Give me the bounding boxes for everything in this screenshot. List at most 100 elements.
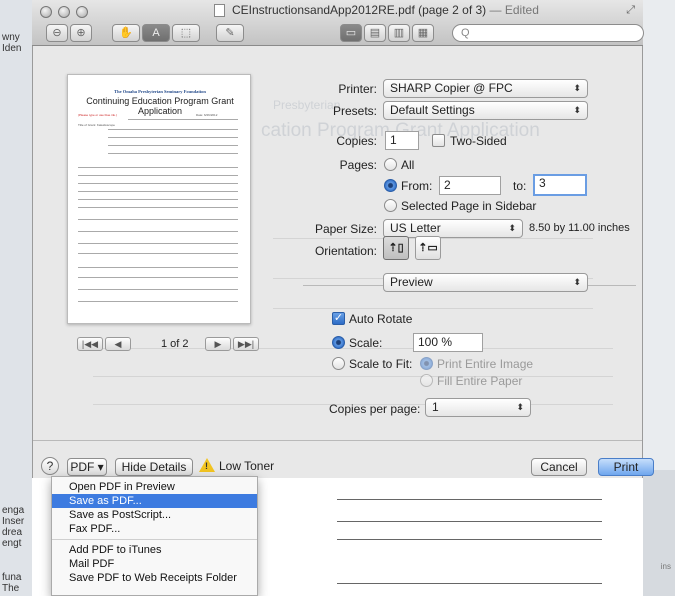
bg-text: ins <box>660 562 671 571</box>
paper-size-value: US Letter <box>390 221 441 235</box>
menu-item-save-pdf-to-web-receipts[interactable]: Save PDF to Web Receipts Folder <box>52 571 257 585</box>
close-window-button[interactable] <box>40 6 52 18</box>
pdf-dropdown-menu: Open PDF in Preview Save as PDF... Save … <box>51 476 258 596</box>
view-continuous-icon[interactable]: ▦ <box>412 24 434 42</box>
background-left-strip: wny Iden enga Inser drea engt funa The <box>0 0 32 596</box>
pdf-menu-button[interactable]: PDF ▾ <box>67 458 107 476</box>
print-button[interactable]: Print <box>598 458 654 476</box>
edited-indicator: — Edited <box>489 3 539 17</box>
document-icon <box>214 4 225 17</box>
paper-size-label: Paper Size: <box>314 222 377 236</box>
dialog-bottom-bar: ? PDF ▾ Hide Details ! Low Toner Cancel … <box>33 446 654 478</box>
view-sidebar-icon[interactable]: ▤ <box>364 24 386 42</box>
cancel-button[interactable]: Cancel <box>531 458 587 476</box>
portrait-orientation-icon[interactable]: ⇡▯ <box>383 236 409 260</box>
presets-label: Presets: <box>332 104 377 118</box>
presets-select[interactable]: Default Settings ⬍ <box>383 101 588 120</box>
print-entire-image-label: Print Entire Image <box>437 357 534 371</box>
menu-item-mail-pdf[interactable]: Mail PDF <box>52 557 257 571</box>
view-single-icon[interactable]: ▭ <box>340 24 362 42</box>
updown-arrows-icon: ⬍ <box>573 277 581 287</box>
printer-label: Printer: <box>338 82 377 96</box>
pages-to-field[interactable]: 3 <box>533 174 587 196</box>
menu-item-add-pdf-to-itunes[interactable]: Add PDF to iTunes <box>52 543 257 557</box>
last-page-button[interactable]: ▶▶| <box>233 337 259 351</box>
copies-field[interactable]: 1 <box>385 131 419 150</box>
preview-org-title: The Omaha Presbyterian Seminary Foundati… <box>114 89 206 94</box>
updown-arrows-icon: ⬍ <box>516 402 524 412</box>
pages-all-label: All <box>401 158 415 172</box>
text-select-icon[interactable]: A <box>142 24 170 42</box>
scale-radio[interactable] <box>332 336 345 349</box>
search-input[interactable]: Q <box>452 24 644 42</box>
copies-per-page-label: Copies per page: <box>329 402 421 416</box>
fill-entire-paper-radio[interactable] <box>420 374 433 387</box>
page-indicator: 1 of 2 <box>161 338 189 350</box>
bg-text: drea <box>2 527 23 538</box>
minimize-window-button[interactable] <box>58 6 70 18</box>
warning-icon: ! <box>199 458 215 472</box>
annotate-icon[interactable]: ✎ <box>216 24 244 42</box>
pages-all-radio[interactable] <box>384 158 397 171</box>
presets-value: Default Settings <box>390 103 475 117</box>
menu-item-save-as-pdf[interactable]: Save as PDF... <box>52 494 257 508</box>
print-entire-image-radio[interactable] <box>420 357 433 370</box>
prev-page-button[interactable]: ◀ <box>105 337 131 351</box>
hand-tool-icon[interactable]: ✋ <box>112 24 140 42</box>
bg-text: engt <box>2 538 22 549</box>
updown-arrows-icon: ⬍ <box>573 105 581 115</box>
rect-select-icon[interactable]: ⬚ <box>172 24 200 42</box>
pages-from-field[interactable]: 2 <box>439 176 501 195</box>
copies-per-page-select[interactable]: 1 ⬍ <box>425 398 531 417</box>
zoom-in-icon[interactable]: ⊕ <box>70 24 92 42</box>
pages-selected-radio[interactable] <box>384 199 397 212</box>
pages-selected-label: Selected Page in Sidebar <box>401 199 537 213</box>
zoom-out-icon[interactable]: ⊖ <box>46 24 68 42</box>
printer-select[interactable]: SHARP Copier @ FPC ⬍ <box>383 79 588 98</box>
scale-to-fit-label: Scale to Fit: <box>349 357 413 371</box>
fullscreen-icon[interactable]: ⤢ <box>626 4 635 17</box>
window-titlebar: CEInstructionsandApp2012RE.pdf (page 2 o… <box>32 0 644 46</box>
first-page-button[interactable]: |◀◀ <box>77 337 103 351</box>
copies-label: Copies: <box>336 134 377 148</box>
orientation-label: Orientation: <box>314 244 377 258</box>
auto-rotate-checkbox[interactable]: ✓ <box>332 312 345 325</box>
bg-text: enga <box>2 505 25 516</box>
menu-item-save-as-postscript[interactable]: Save as PostScript... <box>52 508 257 522</box>
bg-text: Iden <box>2 43 22 54</box>
view-contact-icon[interactable]: ▥ <box>388 24 410 42</box>
menu-separator <box>52 539 257 540</box>
zoom-window-button[interactable] <box>76 6 88 18</box>
pages-from-radio[interactable] <box>384 179 397 192</box>
page-preview-thumbnail: The Omaha Presbyterian Seminary Foundati… <box>67 74 251 324</box>
hide-details-button[interactable]: Hide Details <box>115 458 193 476</box>
paper-size-dimensions: 8.50 by 11.00 inches <box>529 222 630 234</box>
two-sided-checkbox[interactable] <box>432 134 445 147</box>
updown-arrows-icon: ⬍ <box>573 83 581 93</box>
window-title: CEInstructionsandApp2012RE.pdf (page 2 o… <box>232 3 539 17</box>
scale-field[interactable]: 100 % <box>413 333 483 352</box>
bg-text: The <box>2 583 20 594</box>
two-sided-label: Two-Sided <box>450 134 507 148</box>
fill-entire-paper-label: Fill Entire Paper <box>437 374 523 388</box>
auto-rotate-label: Auto Rotate <box>349 312 413 326</box>
bg-text: wny <box>2 32 20 43</box>
menu-item-open-pdf-in-preview[interactable]: Open PDF in Preview <box>52 480 257 494</box>
printer-value: SHARP Copier @ FPC <box>390 81 513 95</box>
updown-arrows-icon: ⬍ <box>508 223 516 233</box>
scale-label: Scale: <box>349 336 383 350</box>
scale-to-fit-radio[interactable] <box>332 357 345 370</box>
section-select[interactable]: Preview ⬍ <box>383 273 588 292</box>
section-value: Preview <box>390 275 433 289</box>
print-sheet: Presbyterian cation Program Grant Applic… <box>32 46 654 478</box>
low-toner-status: Low Toner <box>219 459 275 473</box>
landscape-orientation-icon[interactable]: ⇡▭ <box>415 236 441 260</box>
copies-per-page-value: 1 <box>432 400 439 414</box>
bg-text: funa <box>2 572 22 583</box>
menu-item-fax-pdf[interactable]: Fax PDF... <box>52 522 257 536</box>
pages-from-label: From: <box>401 179 433 193</box>
preview-date: 6/26/2012 <box>204 113 218 117</box>
next-page-button[interactable]: ▶ <box>205 337 231 351</box>
pages-to-label: to: <box>513 179 527 193</box>
help-button[interactable]: ? <box>41 457 59 475</box>
